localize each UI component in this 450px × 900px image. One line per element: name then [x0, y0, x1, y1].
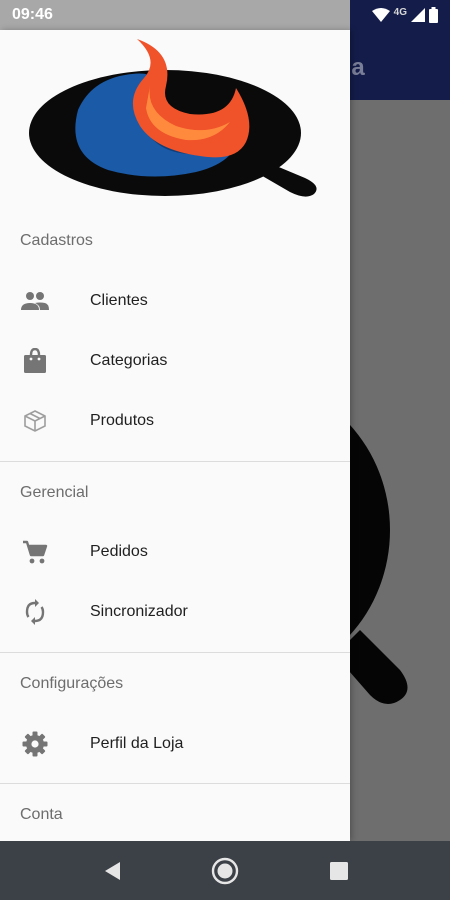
section-title-cadastros: Cadastros [20, 232, 93, 249]
shopping-bag-icon [20, 346, 50, 376]
box-icon [20, 406, 50, 436]
section-title-configuracoes: Configurações [20, 675, 124, 692]
brand-logo [29, 39, 317, 197]
cart-icon [20, 537, 50, 567]
status-time: 09:46 [12, 6, 53, 23]
status-bar: 09:46 4G [0, 0, 450, 30]
menu-item-produtos[interactable]: Produtos [0, 391, 350, 451]
system-nav-bar [0, 841, 450, 900]
network-type: 4G [393, 6, 407, 18]
menu-item-label: Pedidos [90, 543, 148, 560]
menu-item-label: Sincronizador [90, 603, 188, 620]
menu-item-perfil-da-loja[interactable]: Perfil da Loja [0, 714, 350, 774]
section-title-conta: Conta [20, 806, 63, 823]
section-divider [0, 461, 350, 462]
battery-icon [429, 7, 438, 23]
menu-item-label: Categorias [90, 352, 168, 369]
menu-item-label: Produtos [90, 412, 155, 429]
menu-item-label: Clientes [90, 292, 148, 309]
menu-item-categorias[interactable]: Categorias [0, 331, 350, 391]
menu-item-pedidos[interactable]: Pedidos [0, 522, 350, 582]
back-icon[interactable] [101, 859, 125, 883]
menu-item-clientes[interactable]: Clientes [0, 271, 350, 331]
home-icon[interactable] [211, 857, 239, 885]
people-icon [20, 286, 50, 316]
wifi-icon [371, 8, 390, 22]
menu-item-label: Perfil da Loja [90, 735, 184, 752]
recents-icon[interactable] [327, 859, 351, 883]
section-divider [0, 652, 350, 653]
menu-item-sincronizador[interactable]: Sincronizador [0, 582, 350, 642]
signal-icon [411, 8, 425, 22]
navigation-drawer: Cadastros Clientes Categorias Produtos G… [0, 30, 350, 841]
status-icons: 4G [371, 6, 438, 24]
section-title-gerencial: Gerencial [20, 484, 89, 501]
drawer-header [0, 30, 350, 210]
sync-icon [20, 597, 50, 627]
section-divider [0, 783, 350, 784]
gear-icon [20, 729, 50, 759]
